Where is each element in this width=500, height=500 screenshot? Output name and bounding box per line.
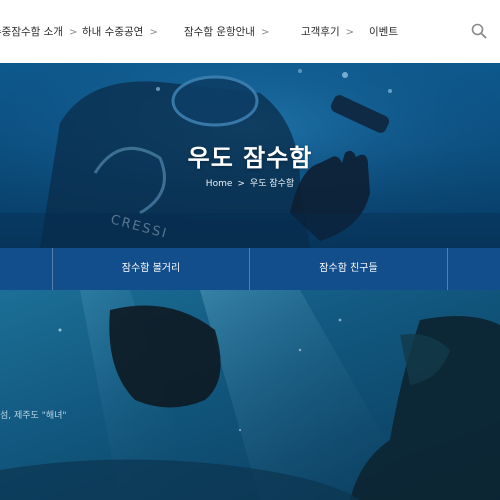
tab-next-partial[interactable]	[448, 248, 500, 290]
nav-item-submarine-intro[interactable]: 수중잠수함 소개 >	[0, 22, 77, 42]
nav-item-label: 수중잠수함 소개	[0, 26, 63, 38]
tab-submarine-attractions[interactable]: 잠수함 볼거리	[53, 248, 249, 290]
nav-item-label: 잠수함 운항안내	[184, 26, 255, 38]
hero-banner: CRESSI 우도 잠수함 Home > 우도 잠수함	[0, 63, 500, 248]
breadcrumb-current: 우도 잠수함	[249, 179, 295, 189]
breadcrumb: Home > 우도 잠수함	[0, 176, 500, 189]
chevron-right-icon: >	[345, 27, 355, 38]
nav-item-label: 고객후기	[301, 26, 340, 38]
top-navigation: 수중잠수함 소개 > 하내 수중공연 > 잠수함 운항안내 > 고객후기 > 이벤트	[0, 0, 500, 64]
sub-tab-bar: 잠수함 볼거리 잠수함 친구들	[0, 248, 500, 290]
page-title: 우도 잠수함	[187, 144, 313, 172]
nav-item-operation-guide[interactable]: 잠수함 운항안내 >	[184, 22, 269, 42]
nav-item-reviews[interactable]: 고객후기 >	[301, 22, 354, 42]
breadcrumb-home[interactable]: Home	[206, 179, 233, 189]
nav-item-label: 하내 수중공연	[82, 26, 144, 38]
nav-item-events[interactable]: 이벤트	[369, 22, 398, 42]
tab-previous-partial[interactable]	[0, 248, 52, 290]
breadcrumb-separator: >	[237, 179, 245, 189]
photo-caption: 섬, 제주도 "해녀"	[0, 411, 67, 421]
nav-item-haenyeo-show[interactable]: 하내 수중공연 >	[82, 22, 158, 42]
nav-item-label: 이벤트	[369, 26, 398, 38]
chevron-right-icon: >	[260, 27, 270, 38]
underwater-rocks-photo	[0, 290, 500, 500]
chevron-right-icon: >	[68, 27, 78, 38]
underwater-photo-section: 섬, 제주도 "해녀"	[0, 290, 500, 500]
tab-submarine-friends[interactable]: 잠수함 친구들	[250, 248, 447, 290]
search-icon[interactable]	[470, 22, 488, 40]
chevron-right-icon: >	[149, 27, 158, 38]
